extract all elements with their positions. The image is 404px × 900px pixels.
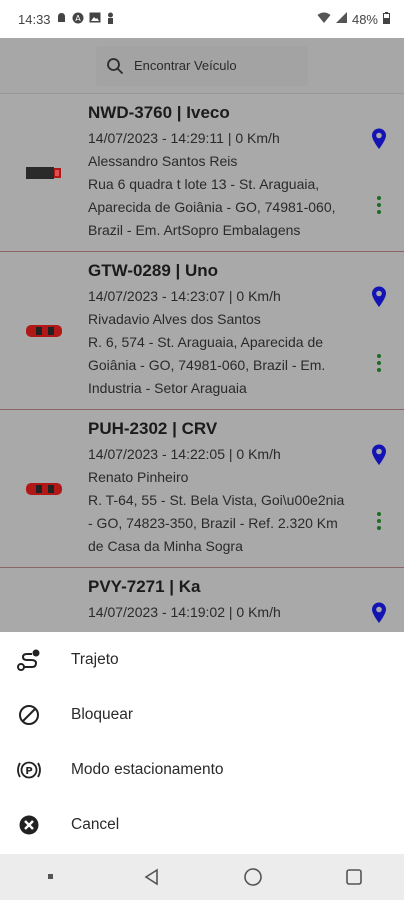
vehicle-datetime: 14/07/2023 - 14:22:05 | 0 Km/h [88, 446, 281, 462]
more-options-icon[interactable] [377, 512, 381, 530]
vehicle-card[interactable]: GTW-0289 | Uno 14/07/2023 - 14:23:07 | 0… [0, 252, 404, 410]
vehicle-actions [354, 252, 404, 409]
status-left: 14:33 A [18, 12, 115, 27]
more-options-icon[interactable] [377, 354, 381, 372]
vehicle-address-line: - GO, 74823-350, Brazil - Ref. 2.320 Km [88, 515, 338, 531]
svg-text:A: A [75, 14, 81, 23]
sheet-item-modo-estacionamento[interactable]: P Modo estacionamento [0, 742, 404, 797]
vehicle-actions [354, 568, 404, 632]
vehicle-card[interactable]: NWD-3760 | Iveco 14/07/2023 - 14:29:11 |… [0, 94, 404, 252]
notification-icon [56, 12, 67, 27]
sheet-item-bloquear[interactable]: Bloquear [0, 687, 404, 742]
wifi-icon [317, 12, 331, 27]
vehicle-address-line: Aparecida de Goiânia - GO, 74981-060, [88, 199, 336, 215]
image-notification-icon [89, 12, 101, 26]
vehicle-actions [354, 410, 404, 567]
vehicle-driver: Rivadavio Alves dos Santos [88, 311, 261, 327]
back-triangle-icon [144, 868, 158, 886]
vehicle-address-line: R. 6, 574 - St. Araguaia, Aparecida de [88, 334, 324, 350]
vehicle-address-line: R. T-64, 55 - St. Bela Vista, Goi\u00e2n… [88, 492, 345, 508]
vehicle-address-line: de Casa da Minha Sogra [88, 538, 243, 554]
vehicle-icon-cell [0, 568, 88, 632]
nav-dot-button[interactable] [31, 857, 71, 897]
nav-recents-button[interactable] [334, 857, 374, 897]
vehicle-icon-cell [0, 252, 88, 409]
recents-square-icon [345, 869, 362, 885]
cancel-icon [16, 812, 42, 838]
car-icon [26, 324, 62, 337]
nav-home-button[interactable] [233, 857, 273, 897]
vehicle-datetime: 14/07/2023 - 14:29:11 | 0 Km/h [88, 130, 280, 146]
vehicle-icon-cell [0, 94, 88, 251]
more-options-icon[interactable] [377, 196, 381, 214]
vehicle-list-screen: Encontrar Veículo NWD-3760 | Iveco 14/07… [0, 38, 404, 632]
vehicle-info: GTW-0289 | Uno 14/07/2023 - 14:23:07 | 0… [88, 252, 354, 409]
map-pin-icon[interactable] [371, 286, 387, 308]
vehicle-icon-cell [0, 410, 88, 567]
battery-icon [383, 11, 390, 27]
sheet-item-label: Trajeto [71, 650, 119, 668]
sheet-item-label: Bloquear [71, 705, 134, 723]
svg-text:P: P [25, 766, 32, 777]
vehicle-card[interactable]: PUH-2302 | CRV 14/07/2023 - 14:22:05 | 0… [0, 410, 404, 568]
vehicle-driver: Renato Pinheiro [88, 469, 189, 485]
vehicle-address-line: Brazil - Em. ArtSopro Embalagens [88, 222, 301, 238]
vehicle-address-line: Industria - Setor Araguaia [88, 380, 247, 396]
sheet-item-label: Cancel [71, 815, 120, 833]
vehicle-driver: Alessandro Santos Reis [88, 153, 238, 169]
search-input[interactable]: Encontrar Veículo [96, 45, 308, 86]
signal-icon [335, 12, 347, 26]
vehicle-address-line: Goiânia - GO, 74981-060, Brazil - Em. [88, 357, 326, 373]
map-pin-icon[interactable] [371, 444, 387, 466]
dot-icon [47, 874, 53, 879]
block-icon [16, 702, 42, 728]
vehicle-plate: GTW-0289 | Uno [88, 261, 219, 280]
home-circle-icon [243, 868, 262, 886]
parking-icon: P [16, 757, 42, 783]
search-placeholder: Encontrar Veículo [134, 58, 237, 73]
vehicle-address-line: Rua 6 quadra t lote 13 - St. Araguaia, [88, 176, 320, 192]
battery-percent: 48% [351, 11, 378, 27]
vehicle-datetime: 14/07/2023 - 14:23:07 | 0 Km/h [88, 288, 281, 304]
map-pin-icon[interactable] [371, 602, 387, 624]
truck-icon [26, 166, 61, 179]
vehicle-actions [354, 94, 404, 251]
system-nav-bar [0, 854, 404, 900]
vehicle-info: PVY-7271 | Ka 14/07/2023 - 14:19:02 | 0 … [88, 568, 354, 632]
app-icon: A [72, 12, 84, 27]
sheet-item-cancel[interactable]: Cancel [0, 797, 404, 852]
search-bar: Encontrar Veículo [0, 38, 404, 94]
person-notification-icon [106, 12, 115, 27]
bottom-sheet: Trajeto Bloquear P Modo estacionamento C… [0, 632, 404, 854]
vehicle-info: PUH-2302 | CRV 14/07/2023 - 14:22:05 | 0… [88, 410, 354, 567]
vehicle-datetime: 14/07/2023 - 14:19:02 | 0 Km/h [88, 604, 281, 620]
search-icon [107, 57, 124, 74]
vehicle-info: NWD-3760 | Iveco 14/07/2023 - 14:29:11 |… [88, 94, 354, 251]
sheet-item-trajeto[interactable]: Trajeto [0, 632, 404, 687]
status-bar: 14:33 A 48% [0, 0, 404, 38]
map-pin-icon[interactable] [371, 128, 387, 150]
route-icon [16, 647, 42, 673]
status-right: 48% [317, 11, 390, 27]
vehicle-plate: NWD-3760 | Iveco [88, 103, 230, 122]
vehicle-plate: PVY-7271 | Ka [88, 577, 201, 596]
vehicle-card[interactable]: PVY-7271 | Ka 14/07/2023 - 14:19:02 | 0 … [0, 568, 404, 632]
sheet-item-label: Modo estacionamento [71, 760, 224, 778]
status-time: 14:33 [18, 11, 51, 27]
nav-back-button[interactable] [132, 857, 172, 897]
vehicle-plate: PUH-2302 | CRV [88, 419, 218, 438]
car-icon [26, 482, 62, 495]
